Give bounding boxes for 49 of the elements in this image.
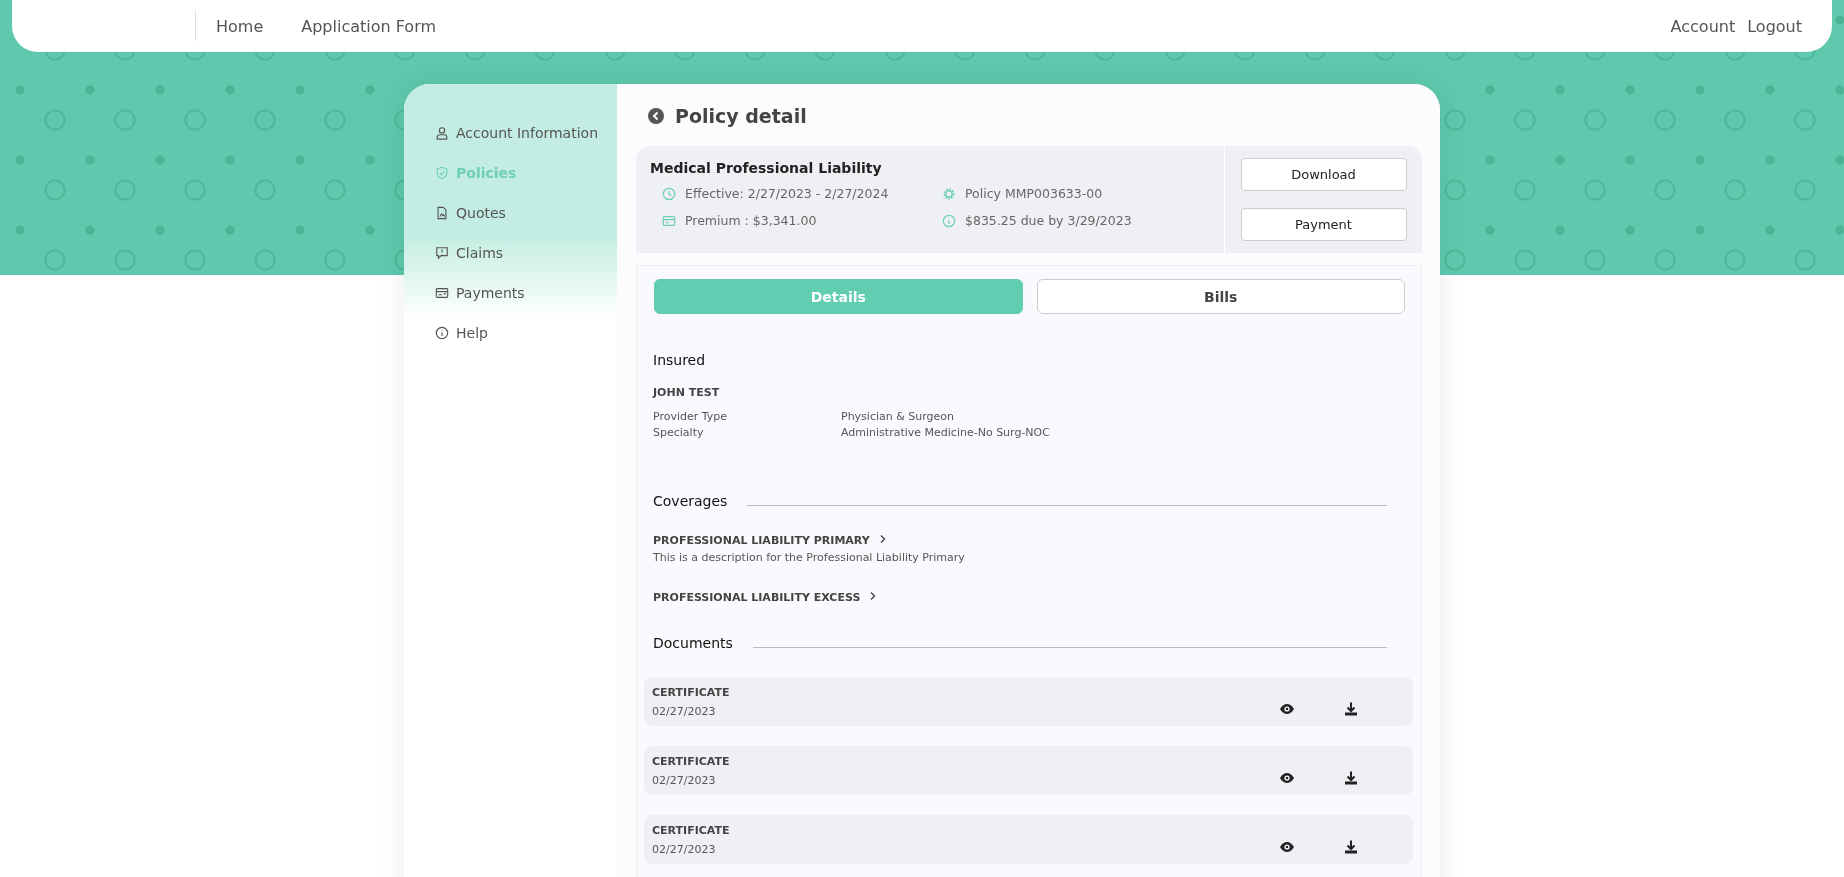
document-date: 02/27/2023 bbox=[652, 773, 717, 787]
coverage-link[interactable]: PROFESSIONAL LIABILITY EXCESS bbox=[653, 591, 861, 604]
shield-check-icon bbox=[435, 166, 449, 180]
nav-link[interactable]: Account bbox=[1670, 16, 1736, 36]
info-icon bbox=[942, 213, 956, 228]
nav-link[interactable]: Home bbox=[216, 16, 264, 36]
card-icon bbox=[662, 213, 676, 228]
policy-fact: $835.25 due by 3/29/2023 bbox=[965, 213, 1132, 228]
page-title: Policy detail bbox=[675, 105, 807, 127]
section-heading: Insured bbox=[653, 352, 707, 368]
gear-icon bbox=[942, 186, 956, 201]
section-heading: Coverages bbox=[653, 493, 728, 509]
tab[interactable]: Bills bbox=[1036, 279, 1405, 314]
speech-bubble-alert-icon bbox=[435, 246, 449, 260]
document-title: CERTIFICATE bbox=[652, 754, 731, 768]
card-icon bbox=[435, 286, 449, 300]
field-label: Specialty bbox=[653, 425, 705, 441]
nav-link[interactable]: Logout bbox=[1747, 16, 1802, 36]
action-button[interactable]: Payment bbox=[1240, 208, 1407, 241]
coverage-description: This is a description for the Professional Liability Primary bbox=[653, 551, 966, 564]
document-date: 02/27/2023 bbox=[652, 704, 717, 718]
field-label: Provider Type bbox=[653, 409, 729, 425]
info-icon bbox=[435, 326, 449, 340]
field-value: Administrative Medicine-No Surg-NOC bbox=[841, 425, 1050, 441]
document-date: 02/27/2023 bbox=[652, 842, 717, 856]
policy-fact: Policy MMP003633-00 bbox=[965, 186, 1103, 201]
document-title: CERTIFICATE bbox=[652, 823, 731, 837]
download-icon[interactable] bbox=[1343, 838, 1359, 855]
sidebar-item[interactable]: Payments bbox=[404, 282, 617, 304]
policy-fact: Effective: 2/27/2023 - 2/27/2024 bbox=[685, 186, 889, 201]
sidebar-item[interactable]: Account Information bbox=[404, 122, 617, 144]
sidebar-item[interactable]: Quotes bbox=[404, 202, 617, 224]
document-icon bbox=[435, 206, 449, 220]
person-icon bbox=[435, 126, 449, 140]
clock-icon bbox=[662, 186, 676, 201]
download-icon[interactable] bbox=[1343, 769, 1359, 786]
field-value: Physician & Surgeon bbox=[841, 409, 955, 425]
back-icon[interactable] bbox=[648, 108, 664, 124]
coverage-link[interactable]: PROFESSIONAL LIABILITY PRIMARY bbox=[653, 534, 870, 547]
sidebar-item[interactable]: Claims bbox=[404, 242, 617, 264]
download-icon[interactable] bbox=[1343, 700, 1359, 717]
sidebar-item[interactable]: Help bbox=[404, 322, 617, 344]
section-heading: Documents bbox=[653, 635, 733, 651]
action-button[interactable]: Download bbox=[1240, 158, 1407, 191]
insured-name: JOHN TEST bbox=[653, 386, 721, 399]
policy-fact: Premium : $3,341.00 bbox=[685, 213, 817, 228]
nav-link[interactable]: Application Form bbox=[301, 16, 437, 36]
policy-name: Medical Professional Liability bbox=[650, 160, 883, 176]
document-title: CERTIFICATE bbox=[652, 685, 731, 699]
